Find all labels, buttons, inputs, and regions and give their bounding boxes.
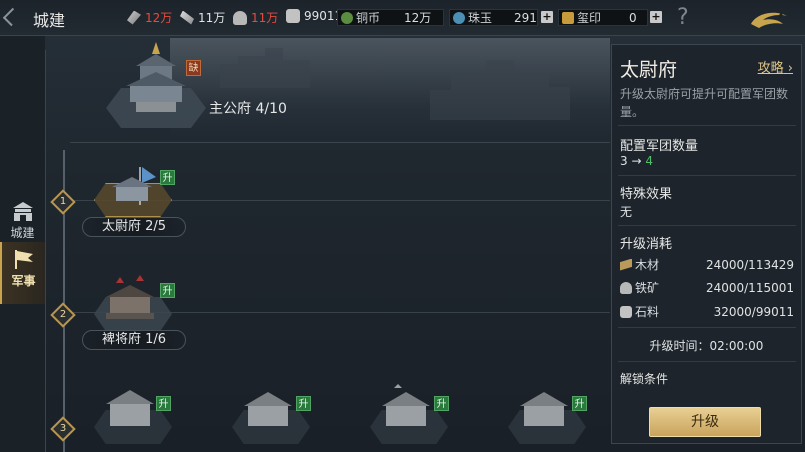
resource-ore: 11万 [233, 9, 278, 26]
panel-description: 升级太尉府可提升可配置军团数量。 [620, 87, 789, 119]
upgrade-badge: 升 [160, 283, 175, 298]
divider [618, 361, 796, 362]
upgrade-badge: 升 [156, 396, 171, 411]
guide-link[interactable]: 攻略 › [758, 57, 793, 76]
seal-icon [562, 11, 574, 24]
copper-coin-icon [341, 11, 353, 24]
left-nav: 城建 军事 [0, 36, 45, 452]
resource-feather: 12万 [127, 9, 172, 26]
cost-value: 24000/115001 [705, 280, 794, 295]
unlock-heading: 解锁条件 [620, 372, 669, 386]
nav-military[interactable]: 军事 [0, 242, 45, 304]
taiwei-image [112, 167, 156, 205]
dragon-menu-icon[interactable] [747, 6, 791, 32]
currency-value: 0 [629, 10, 637, 25]
currency-label: 玺印 [577, 11, 602, 25]
building-locked[interactable]: 升 [366, 382, 456, 452]
resource-scroll: 11万 [180, 9, 225, 26]
nav-label: 城建 [10, 226, 35, 240]
legion-value: 3 → 4 [620, 154, 653, 168]
iron-icon [620, 281, 632, 294]
divider [618, 327, 796, 328]
cost-value: 24000/113429 [705, 257, 794, 272]
chevron-right-icon: › [787, 61, 793, 76]
jade-icon [453, 11, 465, 24]
panel-title: 太尉府 [620, 59, 678, 81]
upgrade-button[interactable]: 升级 [649, 407, 761, 437]
upgrade-badge: 升 [572, 396, 587, 411]
back-icon[interactable] [2, 7, 22, 27]
add-seal-button[interactable]: + [650, 11, 662, 23]
building-label: 裨将府 1/6 [82, 330, 186, 350]
resource-stone: 99011 [286, 9, 342, 23]
top-bar: 城建 12万 11万 11万 99011 铜币 12万 珠玉 291 + 玺印 … [0, 0, 805, 36]
cost-name: 木材 [635, 258, 660, 272]
divider [618, 225, 796, 226]
nav-divider [45, 50, 46, 452]
wood-icon [620, 258, 632, 271]
currency-copper: 铜币 12万 [337, 9, 444, 26]
feather-icon [127, 10, 141, 25]
resource-value: 11万 [198, 11, 226, 25]
building-locked[interactable]: 升 [228, 382, 318, 452]
cost-value: 32000/99011 [713, 304, 794, 319]
cost-row-iron: 铁矿 24000/115001 [620, 279, 794, 296]
stone-icon [620, 305, 632, 318]
currency-value: 12万 [404, 11, 432, 25]
add-jade-button[interactable]: + [541, 11, 553, 23]
city-gate-icon [12, 202, 33, 221]
page-title: 城建 [33, 11, 66, 30]
building-label: 主公府 4/10 [209, 101, 287, 117]
currency-jade: 珠玉 291 [449, 9, 538, 26]
cost-name: 石料 [635, 305, 660, 319]
resource-value: 11万 [251, 11, 279, 25]
resource-value: 12万 [145, 11, 173, 25]
war-flag-icon [14, 250, 33, 269]
upgrade-time: 升级时间：02:00:00 [649, 339, 764, 353]
effect-heading: 特殊效果 [620, 187, 673, 202]
ore-icon [233, 10, 247, 25]
nav-label: 军事 [11, 274, 36, 288]
upgrade-badge: 升 [434, 396, 449, 411]
scroll-icon [180, 10, 194, 25]
help-icon[interactable]: ? [677, 5, 689, 30]
building-locked[interactable]: 升 [90, 382, 180, 452]
building-locked[interactable]: 升 [504, 382, 594, 452]
upgrade-badge: 升 [296, 396, 311, 411]
cost-name: 铁矿 [635, 281, 660, 295]
stone-icon [286, 9, 300, 23]
currency-label: 铜币 [356, 11, 381, 25]
locked-building-image [382, 384, 430, 426]
building-label: 太尉府 2/5 [82, 217, 186, 237]
shortage-badge: 缺 [186, 60, 201, 76]
building-detail-panel: 太尉府 攻略 › 升级太尉府可提升可配置军团数量。 配置军团数量 3 → 4 特… [611, 44, 802, 444]
cost-row-wood: 木材 24000/113429 [620, 256, 794, 273]
row-divider [70, 142, 610, 143]
locked-building-image [244, 392, 292, 426]
effect-value: 无 [620, 205, 633, 219]
legion-heading: 配置军团数量 [620, 139, 699, 154]
currency-label: 珠玉 [468, 11, 493, 25]
locked-building-image [520, 392, 568, 426]
divider [618, 175, 796, 176]
cost-heading: 升级消耗 [620, 237, 673, 252]
upgrade-badge: 升 [160, 170, 175, 185]
pijiang-image [106, 275, 154, 319]
building-taiwei[interactable]: 升 太尉府 2/5 [82, 165, 192, 240]
currency-value: 291 [514, 10, 537, 25]
cost-row-stone: 石料 32000/99011 [620, 303, 794, 320]
palace-image [126, 42, 186, 112]
divider [618, 125, 796, 126]
locked-building-image [106, 390, 154, 426]
building-main-palace[interactable]: 缺 主公府 4/10 [100, 38, 300, 128]
currency-seal: 玺印 0 [558, 9, 648, 26]
building-pijiang[interactable]: 升 裨将府 1/6 [82, 275, 192, 350]
